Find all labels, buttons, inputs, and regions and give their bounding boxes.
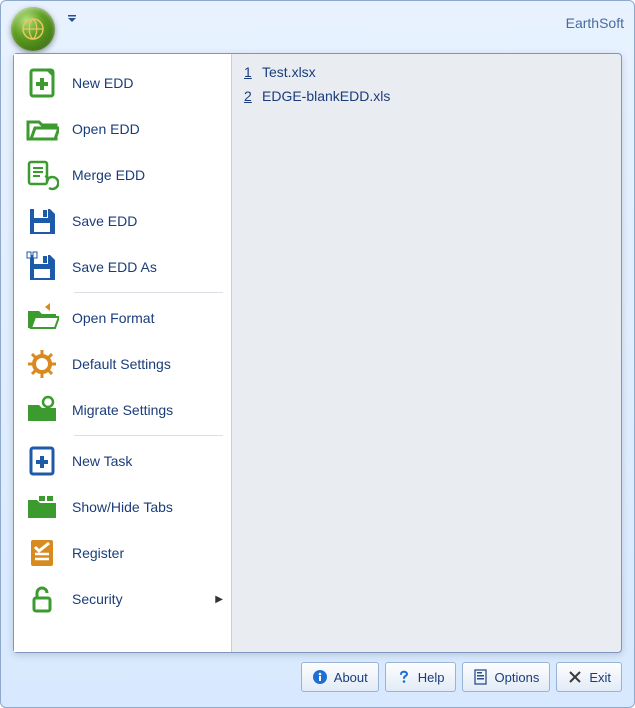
application-menu: New EDD Open EDD Merge EDD Save EDD Save EDD… [13, 53, 622, 653]
options-icon [473, 669, 489, 685]
menu-item-merge-edd[interactable]: Merge EDD [14, 152, 231, 198]
about-label: About [334, 670, 368, 685]
recent-file-name: EDGE-blankEDD.xls [262, 88, 390, 104]
menu-item-security[interactable]: Security ▶ [14, 576, 231, 622]
menu-item-save-edd[interactable]: Save EDD [14, 198, 231, 244]
menu-item-label: Save EDD As [72, 259, 223, 275]
menu-item-save-edd-as[interactable]: Save EDD As [14, 244, 231, 290]
recent-file-name: Test.xlsx [262, 64, 316, 80]
merge-edd-icon [24, 157, 60, 193]
open-format-icon [24, 300, 60, 336]
menu-separator [74, 435, 223, 436]
menu-item-default-settings[interactable]: Default Settings [14, 341, 231, 387]
recent-file-index: 2 [244, 88, 256, 104]
default-settings-icon [24, 346, 60, 382]
app-window: EarthSoft New EDD Open EDD Merge EDD Save E… [0, 0, 635, 708]
help-icon [396, 669, 412, 685]
menu-item-label: New EDD [72, 75, 223, 91]
recent-file-item[interactable]: 1 Test.xlsx [244, 64, 609, 88]
app-title: EarthSoft [566, 15, 624, 31]
migrate-settings-icon [24, 392, 60, 428]
options-button[interactable]: Options [462, 662, 551, 692]
new-edd-icon [24, 65, 60, 101]
exit-label: Exit [589, 670, 611, 685]
help-button[interactable]: Help [385, 662, 456, 692]
about-button[interactable]: About [301, 662, 379, 692]
menu-item-migrate-settings[interactable]: Migrate Settings [14, 387, 231, 433]
menu-item-label: Security [72, 591, 211, 607]
app-menu-orb[interactable] [11, 7, 55, 51]
open-edd-icon [24, 111, 60, 147]
menu-item-label: Open EDD [72, 121, 223, 137]
menu-item-open-format[interactable]: Open Format [14, 295, 231, 341]
qat-customize-dropdown[interactable] [63, 11, 81, 27]
globe-icon [21, 17, 45, 41]
menu-item-open-edd[interactable]: Open EDD [14, 106, 231, 152]
exit-button[interactable]: Exit [556, 662, 622, 692]
register-icon [24, 535, 60, 571]
close-icon [567, 669, 583, 685]
menu-item-label: Migrate Settings [72, 402, 223, 418]
save-edd-icon [24, 203, 60, 239]
recent-file-index: 1 [244, 64, 256, 80]
info-icon [312, 669, 328, 685]
menu-item-label: Show/Hide Tabs [72, 499, 223, 515]
chevron-down-icon [67, 14, 77, 24]
menu-item-show-hide-tabs[interactable]: Show/Hide Tabs [14, 484, 231, 530]
menu-left-list: New EDD Open EDD Merge EDD Save EDD Save EDD… [14, 54, 232, 652]
show-hide-tabs-icon [24, 489, 60, 525]
recent-files-list: 1 Test.xlsx 2 EDGE-blankEDD.xls [232, 54, 621, 652]
menu-item-label: New Task [72, 453, 223, 469]
menu-item-label: Merge EDD [72, 167, 223, 183]
save-edd-as-icon [24, 249, 60, 285]
security-icon [24, 581, 60, 617]
menu-item-label: Save EDD [72, 213, 223, 229]
menu-item-label: Open Format [72, 310, 223, 326]
menu-separator [74, 292, 223, 293]
menu-bottom-bar: About Help Options Exit [13, 659, 622, 695]
submenu-arrow-icon: ▶ [215, 594, 223, 605]
help-label: Help [418, 670, 445, 685]
recent-file-item[interactable]: 2 EDGE-blankEDD.xls [244, 88, 609, 112]
options-label: Options [495, 670, 540, 685]
menu-item-register[interactable]: Register [14, 530, 231, 576]
menu-item-new-task[interactable]: New Task [14, 438, 231, 484]
new-task-icon [24, 443, 60, 479]
menu-item-label: Register [72, 545, 223, 561]
menu-item-label: Default Settings [72, 356, 223, 372]
title-bar: EarthSoft [1, 1, 634, 53]
menu-item-new-edd[interactable]: New EDD [14, 60, 231, 106]
